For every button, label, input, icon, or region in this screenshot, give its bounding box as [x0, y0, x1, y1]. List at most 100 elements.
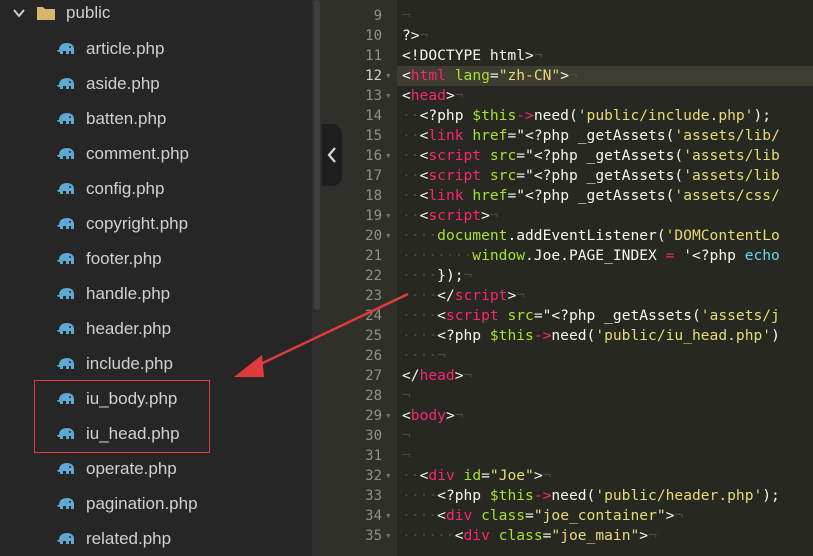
fold-toggle-icon[interactable]: ▾ [385, 406, 395, 426]
file-item[interactable]: pagination.php [0, 486, 312, 521]
file-item[interactable]: iu_head.php [0, 416, 312, 451]
sidebar-collapse-button[interactable] [322, 124, 342, 186]
code-token: ¬ [463, 267, 473, 284]
code-token: > [533, 467, 543, 484]
code-token: ¬ [402, 387, 411, 404]
file-item[interactable]: iu_body.php [0, 381, 312, 416]
code-token: head [419, 367, 455, 384]
code-token: = [525, 507, 534, 524]
code-token: ·· [402, 127, 420, 144]
code-token: ¬ [463, 367, 473, 384]
code-token: class [498, 527, 543, 544]
code-token: <!DOCTYPE html> [402, 47, 534, 64]
fold-toggle-icon[interactable]: ▾ [385, 86, 395, 106]
fold-toggle-icon[interactable]: ▾ [385, 506, 395, 526]
code-token: script [428, 147, 482, 164]
php-file-icon [57, 77, 74, 89]
sidebar-scrollbar[interactable] [312, 0, 322, 556]
code-token: need( [551, 327, 596, 344]
code-token: 'public/iu_head.php' [595, 327, 772, 344]
code-token: ="<?php _getAssets( [533, 307, 701, 324]
code-line: ········window.Joe.PAGE_INDEX = '<?php e… [402, 246, 780, 266]
code-token: div [463, 527, 490, 544]
code-line: ¬ [402, 446, 411, 466]
fold-toggle-icon[interactable]: ▾ [385, 526, 395, 546]
code-token: need( [533, 107, 578, 124]
sidebar-scrollbar-thumb[interactable] [314, 0, 320, 310]
chevron-left-icon [327, 147, 336, 163]
code-line: ¬ [402, 426, 411, 446]
code-line: ····<div class="joe_container">¬ [402, 506, 683, 526]
code-token: ·· [402, 187, 420, 204]
code-token: </ [402, 367, 420, 384]
code-token: .Joe.PAGE_INDEX [525, 247, 666, 264]
code-line: ··<link href="<?php _getAssets('assets/l… [402, 126, 780, 146]
code-token: id [463, 467, 482, 484]
code-line: </head>¬ [402, 366, 472, 386]
fold-toggle-icon[interactable]: ▾ [385, 66, 395, 86]
fold-toggle-icon[interactable]: ▾ [385, 206, 395, 226]
code-token: "Joe" [489, 467, 534, 484]
file-item[interactable]: aside.php [0, 66, 312, 101]
code-line: <!DOCTYPE html>¬ [402, 46, 543, 66]
fold-toggle-icon[interactable]: ▾ [385, 226, 395, 246]
code-token: = [489, 67, 499, 84]
code-line: <body>¬ [402, 406, 464, 426]
code-token: <?php [437, 487, 490, 504]
line-number: 24 [365, 308, 382, 324]
code-token: > [445, 407, 455, 424]
file-item[interactable]: related.php [0, 521, 312, 556]
code-token: link [428, 187, 464, 204]
code-token: ···· [402, 507, 438, 524]
php-file-icon [57, 392, 74, 404]
fold-toggle-icon[interactable]: ▾ [385, 466, 395, 486]
code-token: ); [753, 107, 772, 124]
code-line: ····¬ [402, 346, 446, 366]
file-label: copyright.php [86, 213, 189, 233]
code-token: script [428, 207, 482, 224]
code-token: ···· [402, 287, 438, 304]
code-token: window [472, 247, 526, 264]
file-item[interactable]: comment.php [0, 136, 312, 171]
file-item[interactable]: batten.php [0, 101, 312, 136]
file-label: footer.php [86, 248, 162, 268]
code-token: link [428, 127, 464, 144]
code-token: $this [489, 487, 534, 504]
code-token: ="<?php _getAssets( [507, 187, 675, 204]
code-token: ¬ [437, 347, 446, 364]
line-number: 28 [365, 388, 382, 404]
code-line: ··<div id="Joe">¬ [402, 466, 551, 486]
code-token: ········ [402, 247, 473, 264]
file-item[interactable]: include.php [0, 346, 312, 381]
folder-public[interactable]: public [0, 0, 312, 26]
code-token: ¬ [489, 207, 499, 224]
code-line: ··<?php $this->need('public/include.php'… [402, 106, 771, 126]
code-editor[interactable]: 9 10 11 12 ▾ 13 ▾ 14 15 16 ▾ 17 18 19 ▾ 20 ▾ 21 22 23 24 25 26… [322, 0, 813, 556]
file-item[interactable]: config.php [0, 171, 312, 206]
code-line: ··<script>¬ [402, 206, 499, 226]
php-file-icon [57, 42, 74, 54]
code-line: ··<script src="<?php _getAssets('assets/… [402, 146, 780, 166]
code-token: ·· [402, 147, 420, 164]
file-item[interactable]: footer.php [0, 241, 312, 276]
file-item[interactable]: header.php [0, 311, 312, 346]
file-item[interactable]: handle.php [0, 276, 312, 311]
code-line: ?>¬ [402, 26, 428, 46]
php-file-icon [57, 427, 74, 439]
file-item[interactable]: operate.php [0, 451, 312, 486]
line-number: 35 [365, 528, 382, 544]
line-number: 21 [365, 248, 382, 264]
line-number: 30 [365, 428, 382, 444]
php-file-icon [57, 287, 74, 299]
code-token: ¬ [542, 467, 552, 484]
code-token: 'assets/lib/ [674, 127, 780, 144]
line-number: 14 [365, 108, 382, 124]
fold-toggle-icon[interactable]: ▾ [385, 146, 395, 166]
file-item[interactable]: copyright.php [0, 206, 312, 241]
folder-label: public [66, 3, 111, 22]
code-token: ¬ [402, 447, 411, 464]
file-item[interactable]: article.php [0, 31, 312, 66]
